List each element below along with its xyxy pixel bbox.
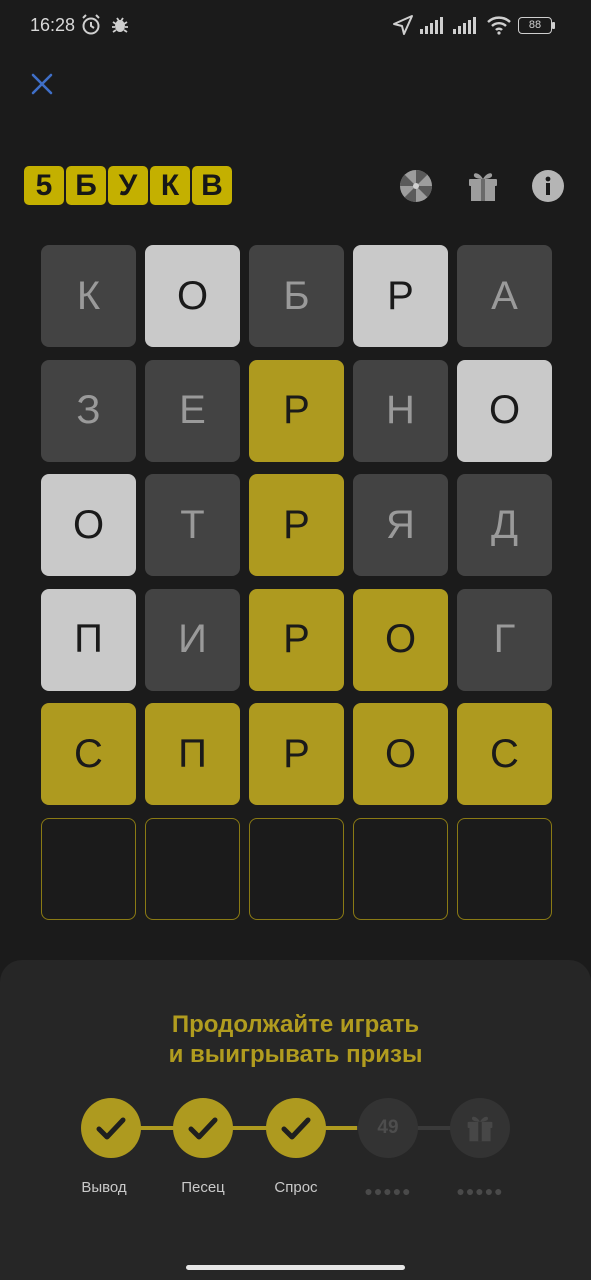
gift-icon (469, 173, 497, 201)
letter-tile: Р (249, 703, 344, 806)
letter-tile: П (41, 588, 136, 691)
letter-tile: Р (249, 474, 344, 577)
letter-tile: П (145, 703, 240, 806)
info-button[interactable] (530, 168, 566, 204)
progress-step-done (266, 1098, 326, 1158)
step-label: Песец (181, 1179, 225, 1196)
logo-tile: 5 (24, 166, 64, 205)
signal-icon (452, 14, 478, 41)
letter-tile: Р (249, 359, 344, 462)
info-icon (532, 170, 564, 202)
alarm-icon (81, 14, 101, 41)
letter-tile: Б (249, 245, 344, 347)
signal-icon (419, 14, 445, 41)
logo-tile: В (192, 166, 232, 205)
logo-tile: Б (66, 166, 106, 205)
close-button[interactable] (24, 66, 60, 102)
letter-tile: А (457, 245, 552, 347)
progress-step-done (81, 1098, 141, 1158)
letter-tile: З (41, 359, 136, 462)
wifi-icon (486, 14, 512, 41)
empty-tile (41, 817, 136, 920)
letter-tile: И (145, 588, 240, 691)
letter-tile: Е (145, 359, 240, 462)
logo-tile: У (108, 166, 148, 205)
progress-step-done (173, 1098, 233, 1158)
step-label: Спрос (274, 1179, 318, 1196)
letter-tile: Г (457, 588, 552, 691)
letter-tile: С (41, 703, 136, 806)
wheel-button[interactable] (398, 168, 434, 204)
battery-icon: 88 (518, 17, 552, 34)
empty-tile (353, 817, 448, 920)
letter-tile: О (353, 588, 448, 691)
empty-tile (249, 817, 344, 920)
home-indicator[interactable] (186, 1265, 405, 1270)
battery-tip (552, 22, 555, 29)
game-board: КОБРАЗЕРНООТРЯДПИРОГСПРОС (41, 245, 552, 920)
status-time: 16:28 (30, 15, 76, 35)
hidden-word-dots: ●●●●● (456, 1183, 504, 1199)
panel-title-line: и выигрывать призы (168, 1041, 423, 1068)
letter-tile: О (457, 359, 552, 462)
letter-tile: Д (457, 474, 552, 577)
letter-tile: Р (249, 588, 344, 691)
location-icon (392, 14, 414, 41)
check-icon (188, 1117, 218, 1140)
close-icon (31, 73, 53, 95)
wheel-icon (400, 170, 432, 202)
prize-panel: Продолжайте играть и выигрывать призы 49… (0, 960, 591, 1280)
letter-tile: О (353, 703, 448, 806)
gift-icon (467, 1116, 493, 1142)
gift-button[interactable] (465, 168, 501, 204)
letter-tile: О (145, 245, 240, 347)
check-icon (281, 1117, 311, 1140)
empty-tile (145, 817, 240, 920)
panel-title: Продолжайте играть и выигрывать призы (0, 1010, 591, 1070)
progress-step-count: 49 (358, 1098, 418, 1158)
panel-title-line: Продолжайте играть (171, 1011, 420, 1038)
letter-tile: Р (353, 245, 448, 347)
check-icon (96, 1117, 126, 1140)
letter-tile: Т (145, 474, 240, 577)
app-logo: 5 Б У К В (24, 166, 232, 205)
letter-tile: Я (353, 474, 448, 577)
hidden-word-dots: ●●●●● (364, 1183, 412, 1199)
letter-tile: С (457, 703, 552, 806)
letter-tile: О (41, 474, 136, 577)
progress-step-gift (450, 1098, 510, 1158)
letter-tile: К (41, 245, 136, 347)
status-bar: 16:28 88 (0, 0, 591, 52)
bug-icon (110, 14, 130, 41)
letter-tile: Н (353, 359, 448, 462)
empty-tile (457, 817, 552, 920)
step-label: Вывод (81, 1179, 127, 1196)
logo-tile: К (150, 166, 190, 205)
